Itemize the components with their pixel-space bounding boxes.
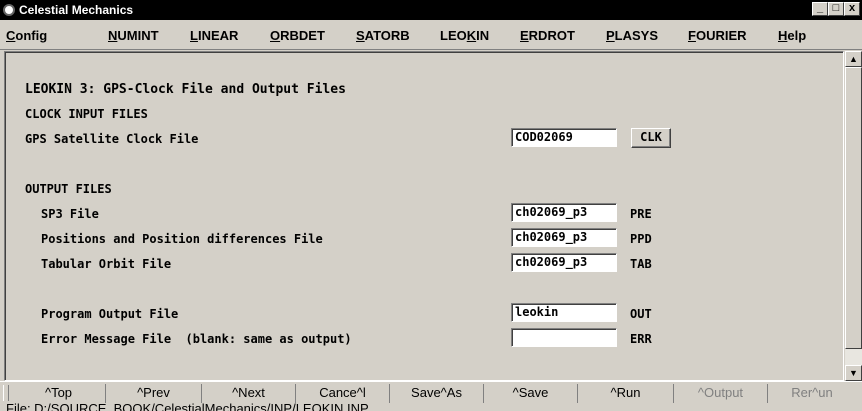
output-file-label: Program Output File <box>41 307 179 321</box>
form-panel: LEOKIN 3: GPS-Clock File and Output File… <box>4 51 844 381</box>
error-file-input[interactable] <box>511 328 617 347</box>
save-as-button[interactable]: Save^As <box>390 384 484 403</box>
output-button[interactable]: ^Output <box>674 384 768 403</box>
toolbar-grip-icon[interactable] <box>3 385 9 401</box>
menu-numint[interactable]: NUMINT <box>108 28 159 43</box>
sp3-file-tag: PRE <box>630 207 652 221</box>
clk-button[interactable]: CLK <box>631 128 671 148</box>
menu-accelerator: K <box>466 28 477 43</box>
menu-accelerator: O <box>270 28 281 43</box>
clock-file-label: GPS Satellite Clock File <box>25 132 199 146</box>
menu-satorb[interactable]: SATORB <box>356 28 410 43</box>
rerun-button[interactable]: Rer^un <box>768 384 856 403</box>
run-button[interactable]: ^Run <box>578 384 674 403</box>
tab-file-input[interactable]: ch02069_p3 <box>511 253 617 272</box>
minimize-button[interactable]: _ <box>812 2 828 16</box>
menu-accelerator: H <box>778 28 788 43</box>
menu-accelerator: L <box>190 28 198 43</box>
error-file-tag: ERR <box>630 332 652 346</box>
menu-orbdet[interactable]: ORBDET <box>270 28 325 43</box>
maximize-button[interactable]: □ <box>828 2 844 16</box>
button-bar: ^Top ^Prev ^Next Cance^l Save^As ^Save ^… <box>0 381 862 403</box>
menu-accelerator: P <box>606 28 615 43</box>
output-file-tag: OUT <box>630 307 652 321</box>
error-file-label: Error Message File (blank: same as outpu… <box>41 332 352 346</box>
menu-accelerator: S <box>356 28 365 43</box>
tab-file-label: Tabular Orbit File <box>41 257 172 271</box>
menu-help[interactable]: Help <box>778 28 806 43</box>
scroll-up-icon[interactable]: ▲ <box>845 51 862 67</box>
ppd-file-label: Positions and Position differences File <box>41 232 323 246</box>
save-button[interactable]: ^Save <box>484 384 578 403</box>
menu-leokin[interactable]: LEOKIN <box>440 28 489 43</box>
scroll-thumb[interactable] <box>845 67 862 349</box>
title-bar: Celestial Mechanics _ □ x <box>0 0 862 20</box>
menu-config[interactable]: Config <box>6 28 47 43</box>
menu-accelerator: F <box>688 28 696 43</box>
sp3-file-input[interactable]: ch02069_p3 <box>511 203 617 222</box>
clock-file-input[interactable]: COD02069 <box>511 128 617 147</box>
menu-linear[interactable]: LINEAR <box>190 28 238 43</box>
vertical-scrollbar[interactable]: ▲ ▼ <box>845 51 862 381</box>
menu-bar: Config NUMINT LINEAR ORBDET SATORB LEOKI… <box>0 20 862 50</box>
menu-erdrot[interactable]: ERDROT <box>520 28 575 43</box>
window-title: Celestial Mechanics <box>19 3 134 17</box>
scroll-down-icon[interactable]: ▼ <box>845 365 862 381</box>
tab-file-tag: TAB <box>630 257 652 271</box>
status-file-path: File: D:/SOURCE_BOOK/CelestialMechanics/… <box>6 401 369 411</box>
output-file-input[interactable]: leokin <box>511 303 617 322</box>
page-title: LEOKIN 3: GPS-Clock File and Output File… <box>25 82 346 97</box>
close-button[interactable]: x <box>844 2 860 16</box>
app-icon <box>3 4 15 16</box>
status-bar: File: D:/SOURCE_BOOK/CelestialMechanics/… <box>0 401 862 411</box>
output-section-title: OUTPUT FILES <box>25 182 112 196</box>
clock-section-title: CLOCK INPUT FILES <box>25 107 148 121</box>
menu-accelerator: N <box>108 28 118 43</box>
menu-fourier[interactable]: FOURIER <box>688 28 747 43</box>
ppd-file-input[interactable]: ch02069_p3 <box>511 228 617 247</box>
menu-plasys[interactable]: PLASYS <box>606 28 658 43</box>
menu-accelerator: C <box>6 28 16 43</box>
ppd-file-tag: PPD <box>630 232 652 246</box>
menu-accelerator: E <box>520 28 529 43</box>
sp3-file-label: SP3 File <box>41 207 99 221</box>
